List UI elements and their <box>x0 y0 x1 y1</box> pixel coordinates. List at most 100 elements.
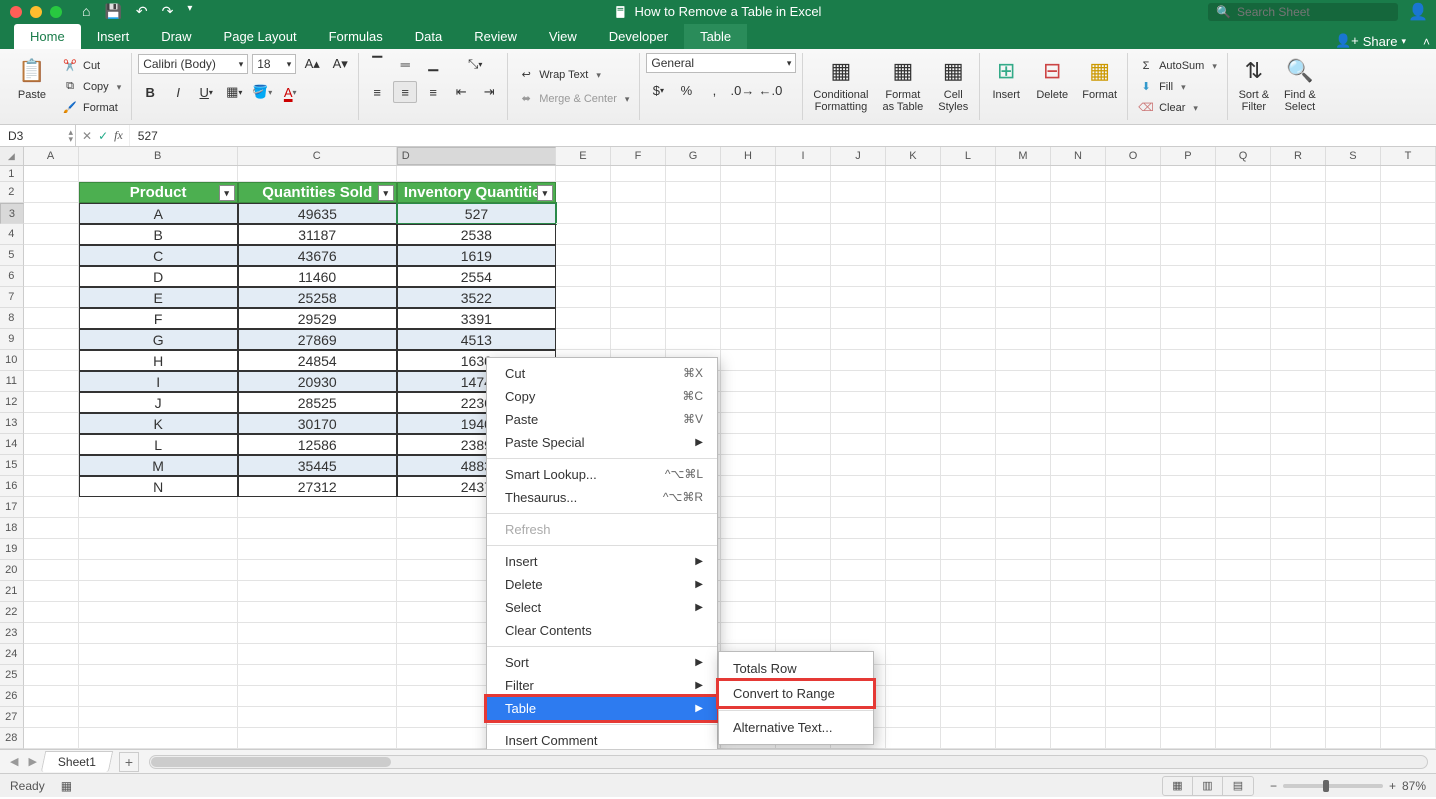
cell[interactable] <box>1161 476 1216 497</box>
cell[interactable] <box>556 287 611 308</box>
cell[interactable] <box>1381 665 1436 686</box>
comma-icon[interactable]: , <box>702 79 726 101</box>
cell[interactable] <box>1051 203 1106 224</box>
cell[interactable] <box>996 371 1051 392</box>
row-header[interactable]: 9 <box>0 329 24 350</box>
cell[interactable] <box>1051 245 1106 266</box>
cell[interactable] <box>1106 728 1161 749</box>
cell[interactable] <box>886 203 941 224</box>
cell[interactable] <box>1326 203 1381 224</box>
cell[interactable] <box>721 518 776 539</box>
cell[interactable] <box>886 350 941 371</box>
cell[interactable] <box>1326 166 1381 182</box>
cell[interactable]: I <box>79 371 238 392</box>
cell[interactable] <box>1271 166 1326 182</box>
select-all-corner[interactable]: ◢ <box>0 147 24 165</box>
cell[interactable] <box>1161 644 1216 665</box>
column-header[interactable]: T <box>1381 147 1436 165</box>
cell[interactable] <box>24 497 79 518</box>
sort-filter-button[interactable]: ⇅Sort & Filter <box>1234 53 1274 115</box>
zoom-in-icon[interactable]: + <box>1389 779 1396 793</box>
copy-button[interactable]: ⧉Copy <box>58 78 125 96</box>
cell[interactable] <box>1381 350 1436 371</box>
row-header[interactable]: 21 <box>0 581 24 602</box>
zoom-slider[interactable] <box>1283 784 1383 788</box>
cell[interactable] <box>886 245 941 266</box>
cell[interactable] <box>556 308 611 329</box>
cell[interactable] <box>886 560 941 581</box>
cell[interactable] <box>996 182 1051 203</box>
cell[interactable] <box>831 166 886 182</box>
cell[interactable] <box>24 539 79 560</box>
cell[interactable] <box>721 539 776 560</box>
cell[interactable] <box>996 686 1051 707</box>
cell[interactable] <box>776 434 831 455</box>
cell[interactable]: 1619 <box>397 245 556 266</box>
column-header[interactable]: B <box>79 147 238 165</box>
font-size-select[interactable]: 18▾ <box>252 54 296 74</box>
cell[interactable] <box>831 224 886 245</box>
cell[interactable] <box>941 497 996 518</box>
cell[interactable] <box>1051 434 1106 455</box>
ctx-filter[interactable]: Filter▶ <box>487 674 717 697</box>
row-header[interactable]: 27 <box>0 707 24 728</box>
cell[interactable] <box>996 329 1051 350</box>
cell[interactable] <box>776 166 831 182</box>
cell[interactable] <box>1271 518 1326 539</box>
cell[interactable] <box>1216 266 1271 287</box>
cell[interactable] <box>1106 602 1161 623</box>
cell[interactable] <box>1271 707 1326 728</box>
cell[interactable] <box>238 166 397 182</box>
cell[interactable] <box>1271 602 1326 623</box>
ribbon-collapse[interactable]: ˄ <box>1423 35 1430 49</box>
cell[interactable] <box>1326 371 1381 392</box>
column-header[interactable]: A <box>24 147 79 165</box>
cell[interactable] <box>996 434 1051 455</box>
cell[interactable] <box>831 287 886 308</box>
cell[interactable] <box>1326 728 1381 749</box>
cell[interactable]: 3522 <box>397 287 556 308</box>
cell[interactable]: 24854 <box>238 350 397 371</box>
row-header[interactable]: 3 <box>0 203 24 224</box>
row-header[interactable]: 7 <box>0 287 24 308</box>
cell[interactable] <box>886 728 941 749</box>
cell[interactable] <box>941 665 996 686</box>
cell[interactable] <box>776 518 831 539</box>
cell[interactable] <box>238 707 397 728</box>
cell[interactable] <box>1161 707 1216 728</box>
ctx-sort[interactable]: Sort▶ <box>487 651 717 674</box>
cut-button[interactable]: ✂️Cut <box>58 57 125 75</box>
cell[interactable] <box>941 203 996 224</box>
cell[interactable] <box>1216 623 1271 644</box>
decrease-decimal-icon[interactable]: ←.0 <box>758 79 782 101</box>
home-icon[interactable]: ⌂ <box>82 3 90 20</box>
cell[interactable] <box>1381 728 1436 749</box>
cell[interactable] <box>721 350 776 371</box>
cell[interactable] <box>1051 413 1106 434</box>
cell[interactable] <box>941 539 996 560</box>
cell[interactable] <box>1381 581 1436 602</box>
cell[interactable] <box>24 644 79 665</box>
cell[interactable] <box>666 182 721 203</box>
cell[interactable]: 27312 <box>238 476 397 497</box>
cell[interactable] <box>1381 166 1436 182</box>
cell[interactable] <box>666 203 721 224</box>
clear-button[interactable]: ⌫Clear <box>1134 99 1221 117</box>
cell[interactable] <box>24 518 79 539</box>
cell[interactable] <box>1216 245 1271 266</box>
row-header[interactable]: 4 <box>0 224 24 245</box>
spreadsheet-grid[interactable]: ◢ ABCDEFGHIJKLMNOPQRST 12Product▾Quantit… <box>0 147 1436 749</box>
cell[interactable] <box>1216 518 1271 539</box>
cell[interactable] <box>24 581 79 602</box>
cell[interactable] <box>1161 539 1216 560</box>
row-header[interactable]: 11 <box>0 371 24 392</box>
cell[interactable] <box>1161 581 1216 602</box>
cell[interactable] <box>996 539 1051 560</box>
cell[interactable] <box>941 166 996 182</box>
qa-customize-icon[interactable]: ▾ <box>187 3 192 20</box>
column-header[interactable]: K <box>886 147 941 165</box>
cell[interactable] <box>1216 203 1271 224</box>
cell[interactable] <box>24 602 79 623</box>
cell[interactable] <box>1326 245 1381 266</box>
cell[interactable] <box>886 434 941 455</box>
